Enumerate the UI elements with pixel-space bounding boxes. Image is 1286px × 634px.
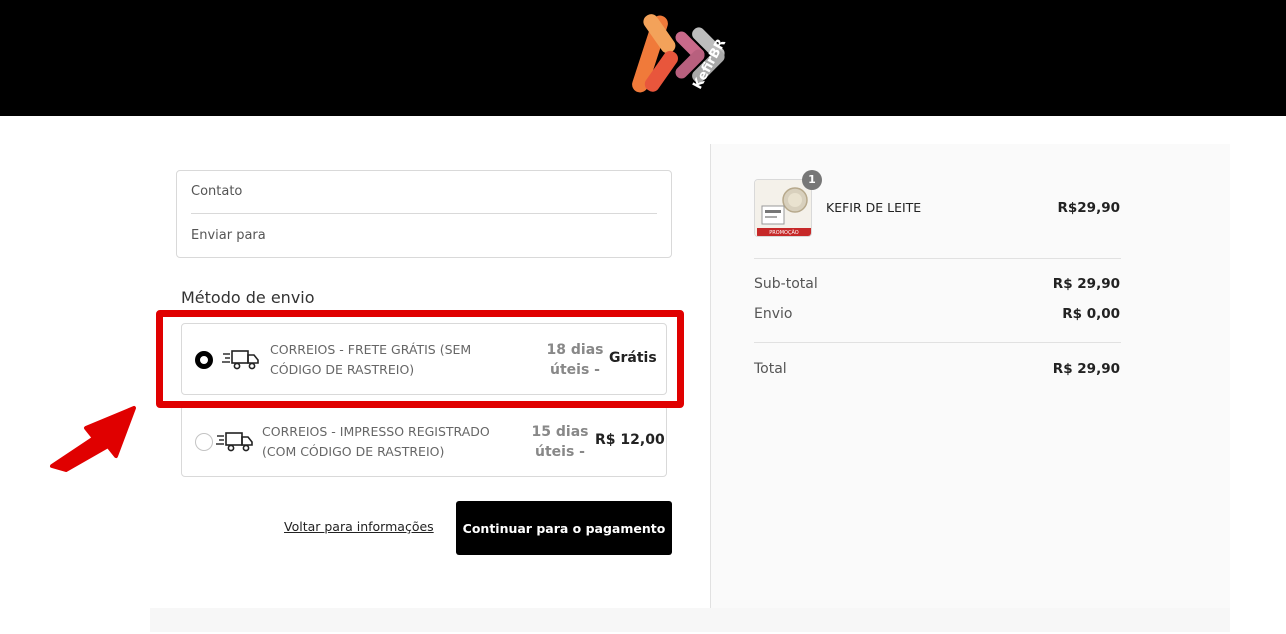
shipping-option-registered-radio[interactable] xyxy=(195,433,213,451)
back-to-information-link[interactable]: Voltar para informações xyxy=(284,519,434,534)
product-thumbnail: PROMOÇÃO xyxy=(754,179,812,237)
truck-icon xyxy=(216,432,253,452)
shipping-option-delivery-time: 15 dias úteis - xyxy=(531,424,589,460)
subtotal-value: R$ 29,90 xyxy=(1052,276,1120,292)
shipping-cost-label: Envio xyxy=(754,306,793,322)
subtotal-label: Sub-total xyxy=(754,276,818,292)
kefirbr-logo[interactable]: KefirBR xyxy=(628,8,746,98)
shipping-method-title: Método de envio xyxy=(181,288,315,307)
contact-divider xyxy=(191,213,657,214)
summary-divider xyxy=(754,342,1121,343)
ship-to-label: Enviar para xyxy=(191,228,266,243)
svg-text:PROMOÇÃO: PROMOÇÃO xyxy=(769,229,798,236)
product-image: PROMOÇÃO xyxy=(755,180,811,236)
site-header: KefirBR xyxy=(0,0,1286,116)
contact-summary-box: Contato Enviar para xyxy=(176,170,672,258)
total-value: R$ 29,90 xyxy=(1052,361,1120,377)
red-arrow-annotation xyxy=(50,406,136,472)
selected-option-highlight xyxy=(156,310,684,408)
contact-label: Contato xyxy=(191,184,243,199)
total-label: Total xyxy=(754,361,787,377)
shipping-option-registered[interactable]: CORREIOS - IMPRESSO REGISTRADO (COM CÓDI… xyxy=(181,405,667,477)
summary-divider xyxy=(754,258,1121,259)
product-name: KEFIR DE LEITE xyxy=(826,200,922,215)
shipping-option-name: CORREIOS - IMPRESSO REGISTRADO (COM CÓDI… xyxy=(262,424,490,459)
product-price: R$29,90 xyxy=(1057,200,1121,216)
shipping-option-price: R$ 12,00 xyxy=(595,432,665,448)
page-bottom-band xyxy=(150,608,1230,632)
shipping-cost-value: R$ 0,00 xyxy=(1062,306,1120,322)
continue-to-payment-button[interactable]: Continuar para o pagamento xyxy=(456,501,672,555)
quantity-badge: 1 xyxy=(802,170,822,190)
